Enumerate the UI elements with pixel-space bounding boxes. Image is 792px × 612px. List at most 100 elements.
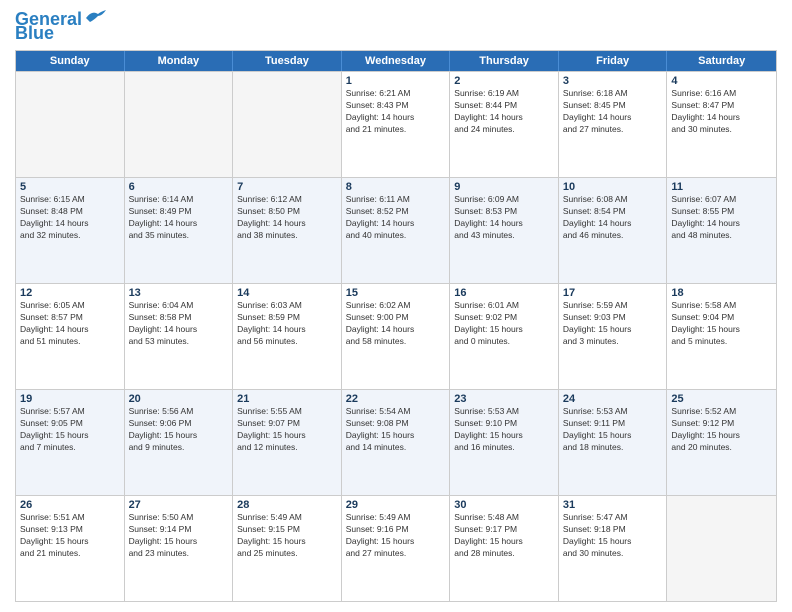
cell-text-line: Daylight: 15 hours bbox=[563, 536, 663, 548]
day-number: 14 bbox=[237, 287, 337, 299]
cell-text-line: Daylight: 14 hours bbox=[20, 218, 120, 230]
cell-text-line: Sunset: 9:11 PM bbox=[563, 418, 663, 430]
calendar-cell-4-4: 30Sunrise: 5:48 AMSunset: 9:17 PMDayligh… bbox=[450, 496, 559, 601]
cell-text-line: and 46 minutes. bbox=[563, 230, 663, 242]
page: General Blue SundayMondayTuesdayWednesda… bbox=[0, 0, 792, 612]
day-header-friday: Friday bbox=[559, 51, 668, 71]
cell-text-line: Sunrise: 5:53 AM bbox=[454, 406, 554, 418]
cell-text-line: Sunrise: 6:21 AM bbox=[346, 88, 446, 100]
logo-blue: Blue bbox=[15, 24, 54, 42]
cell-text-line: and 30 minutes. bbox=[671, 124, 772, 136]
calendar-cell-0-1 bbox=[125, 72, 234, 177]
cell-text-line: Daylight: 15 hours bbox=[129, 430, 229, 442]
calendar-cell-2-3: 15Sunrise: 6:02 AMSunset: 9:00 PMDayligh… bbox=[342, 284, 451, 389]
cell-text-line: Sunset: 9:05 PM bbox=[20, 418, 120, 430]
calendar-cell-0-5: 3Sunrise: 6:18 AMSunset: 8:45 PMDaylight… bbox=[559, 72, 668, 177]
day-number: 23 bbox=[454, 393, 554, 405]
calendar-body: 1Sunrise: 6:21 AMSunset: 8:43 PM Daylight… bbox=[16, 71, 776, 601]
calendar-cell-2-4: 16Sunrise: 6:01 AMSunset: 9:02 PMDayligh… bbox=[450, 284, 559, 389]
calendar-row-3: 19Sunrise: 5:57 AMSunset: 9:05 PMDayligh… bbox=[16, 389, 776, 495]
day-number: 1 bbox=[346, 75, 446, 87]
cell-text-line: Sunset: 8:55 PM bbox=[671, 206, 772, 218]
cell-text-line: and 48 minutes. bbox=[671, 230, 772, 242]
calendar-cell-3-1: 20Sunrise: 5:56 AMSunset: 9:06 PMDayligh… bbox=[125, 390, 234, 495]
cell-text-line: Sunrise: 6:11 AM bbox=[346, 194, 446, 206]
cell-text-line: Sunrise: 6:07 AM bbox=[671, 194, 772, 206]
logo-bird-icon bbox=[84, 8, 106, 26]
cell-text-line: Sunset: 8:45 PM bbox=[563, 100, 663, 112]
cell-text-line: Sunset: 9:00 PM bbox=[346, 312, 446, 324]
cell-text-line: Sunset: 8:43 PM bbox=[346, 100, 446, 112]
cell-text-line: and 20 minutes. bbox=[671, 442, 772, 454]
cell-text-line: Sunrise: 6:19 AM bbox=[454, 88, 554, 100]
cell-text-line: Sunset: 9:07 PM bbox=[237, 418, 337, 430]
calendar: SundayMondayTuesdayWednesdayThursdayFrid… bbox=[15, 50, 777, 602]
cell-text-line: and 14 minutes. bbox=[346, 442, 446, 454]
cell-text-line: Daylight: 15 hours bbox=[346, 536, 446, 548]
calendar-cell-3-5: 24Sunrise: 5:53 AMSunset: 9:11 PMDayligh… bbox=[559, 390, 668, 495]
day-header-monday: Monday bbox=[125, 51, 234, 71]
calendar-cell-0-0 bbox=[16, 72, 125, 177]
day-header-wednesday: Wednesday bbox=[342, 51, 451, 71]
cell-text-line: Sunrise: 5:51 AM bbox=[20, 512, 120, 524]
cell-text-line: Sunrise: 5:52 AM bbox=[671, 406, 772, 418]
cell-text-line: Sunrise: 6:09 AM bbox=[454, 194, 554, 206]
cell-text-line: and 28 minutes. bbox=[454, 548, 554, 560]
calendar-cell-4-1: 27Sunrise: 5:50 AMSunset: 9:14 PMDayligh… bbox=[125, 496, 234, 601]
cell-text-line: Daylight: 14 hours bbox=[563, 112, 663, 124]
day-number: 22 bbox=[346, 393, 446, 405]
day-number: 11 bbox=[671, 181, 772, 193]
calendar-row-0: 1Sunrise: 6:21 AMSunset: 8:43 PM Daylight… bbox=[16, 71, 776, 177]
cell-text-line: Sunrise: 6:02 AM bbox=[346, 300, 446, 312]
cell-text-line: and 16 minutes. bbox=[454, 442, 554, 454]
calendar-row-4: 26Sunrise: 5:51 AMSunset: 9:13 PMDayligh… bbox=[16, 495, 776, 601]
calendar-cell-0-2 bbox=[233, 72, 342, 177]
day-number: 10 bbox=[563, 181, 663, 193]
calendar-cell-2-6: 18Sunrise: 5:58 AMSunset: 9:04 PMDayligh… bbox=[667, 284, 776, 389]
cell-text-line: and 12 minutes. bbox=[237, 442, 337, 454]
cell-text-line: and 0 minutes. bbox=[454, 336, 554, 348]
day-number: 24 bbox=[563, 393, 663, 405]
cell-text-line: Daylight: 14 hours bbox=[129, 324, 229, 336]
cell-text-line: Daylight: 14 hours bbox=[454, 112, 554, 124]
cell-text-line: Daylight: 15 hours bbox=[237, 430, 337, 442]
calendar-cell-2-5: 17Sunrise: 5:59 AMSunset: 9:03 PMDayligh… bbox=[559, 284, 668, 389]
day-number: 25 bbox=[671, 393, 772, 405]
cell-text-line: and 38 minutes. bbox=[237, 230, 337, 242]
calendar-cell-0-6: 4Sunrise: 6:16 AMSunset: 8:47 PMDaylight… bbox=[667, 72, 776, 177]
cell-text-line: Daylight: 15 hours bbox=[671, 430, 772, 442]
calendar-cell-3-3: 22Sunrise: 5:54 AMSunset: 9:08 PMDayligh… bbox=[342, 390, 451, 495]
cell-text-line: Sunset: 8:48 PM bbox=[20, 206, 120, 218]
day-number: 26 bbox=[20, 499, 120, 511]
day-header-saturday: Saturday bbox=[667, 51, 776, 71]
cell-text-line: and 27 minutes. bbox=[346, 548, 446, 560]
cell-text-line: Sunrise: 6:14 AM bbox=[129, 194, 229, 206]
calendar-cell-3-0: 19Sunrise: 5:57 AMSunset: 9:05 PMDayligh… bbox=[16, 390, 125, 495]
cell-text-line: Sunrise: 5:56 AM bbox=[129, 406, 229, 418]
cell-text-line: and 32 minutes. bbox=[20, 230, 120, 242]
cell-text-line: and 24 minutes. bbox=[454, 124, 554, 136]
cell-text-line: Sunrise: 5:50 AM bbox=[129, 512, 229, 524]
day-header-sunday: Sunday bbox=[16, 51, 125, 71]
cell-text-line: Sunrise: 5:53 AM bbox=[563, 406, 663, 418]
cell-text-line: Sunset: 9:04 PM bbox=[671, 312, 772, 324]
cell-text-line: Sunrise: 6:12 AM bbox=[237, 194, 337, 206]
cell-text-line: and 23 minutes. bbox=[129, 548, 229, 560]
cell-text-line: and 40 minutes. bbox=[346, 230, 446, 242]
cell-text-line: Sunset: 9:08 PM bbox=[346, 418, 446, 430]
cell-text-line: Daylight: 14 hours bbox=[237, 324, 337, 336]
cell-text-line: Sunset: 9:14 PM bbox=[129, 524, 229, 536]
day-number: 5 bbox=[20, 181, 120, 193]
cell-text-line: Sunrise: 6:04 AM bbox=[129, 300, 229, 312]
cell-text-line: Sunset: 8:54 PM bbox=[563, 206, 663, 218]
cell-text-line: Sunrise: 5:54 AM bbox=[346, 406, 446, 418]
day-number: 19 bbox=[20, 393, 120, 405]
day-number: 21 bbox=[237, 393, 337, 405]
cell-text-line: Sunrise: 5:59 AM bbox=[563, 300, 663, 312]
cell-text-line: Daylight: 14 hours bbox=[671, 112, 772, 124]
day-number: 15 bbox=[346, 287, 446, 299]
cell-text-line: Sunrise: 5:55 AM bbox=[237, 406, 337, 418]
cell-text-line: Daylight: 15 hours bbox=[346, 430, 446, 442]
calendar-cell-3-4: 23Sunrise: 5:53 AMSunset: 9:10 PMDayligh… bbox=[450, 390, 559, 495]
day-number: 30 bbox=[454, 499, 554, 511]
